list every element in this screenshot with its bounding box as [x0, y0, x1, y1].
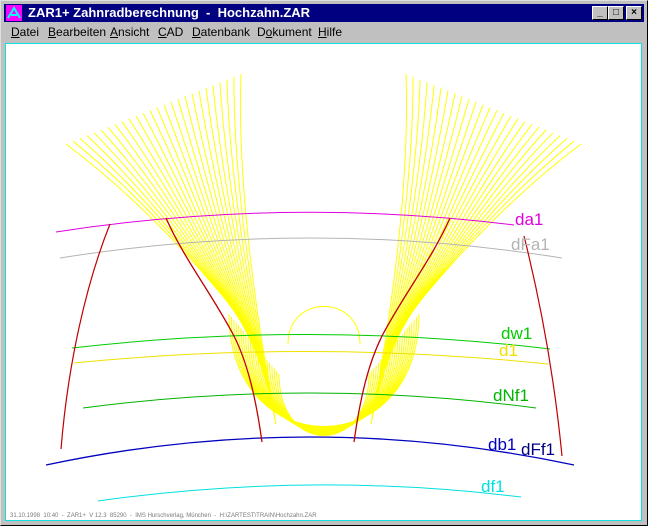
- generating-envelope: [65, 73, 582, 436]
- label-dFa1: dFa1: [511, 235, 550, 254]
- application-window: ZAR1+ Zahnradberechnung - Hochzahn.ZAR _…: [0, 0, 648, 526]
- label-dFf1: dFf1: [521, 440, 555, 459]
- menu-datei[interactable]: Datei: [11, 25, 39, 39]
- menu-dokument[interactable]: Dokument: [257, 25, 312, 39]
- label-df1: df1: [481, 477, 505, 496]
- maximize-button[interactable]: □: [608, 6, 624, 20]
- drawing-canvas[interactable]: da1 dFa1 dw1 d1 dNf1 db1 dFf1 df1 31.10.…: [5, 43, 642, 521]
- tooth-flank-outer-left: [60, 223, 111, 450]
- menu-datenbank[interactable]: Datenbank: [192, 25, 250, 39]
- app-icon: [6, 5, 22, 21]
- label-dNf1: dNf1: [493, 386, 529, 405]
- menu-bar: Datei Bearbeiten Ansicht CAD Datenbank D…: [4, 23, 644, 42]
- close-button[interactable]: ×: [626, 6, 642, 20]
- menu-cad[interactable]: CAD: [158, 25, 183, 39]
- gear-drawing: da1 dFa1 dw1 d1 dNf1 db1 dFf1 df1: [45, 73, 582, 502]
- menu-ansicht[interactable]: Ansicht: [110, 25, 149, 39]
- menu-bearbeiten[interactable]: Bearbeiten: [48, 25, 106, 39]
- circle-d1: [73, 351, 549, 365]
- circle-dw1: [71, 334, 551, 350]
- circle-dFa1: [59, 237, 563, 259]
- circle-dNf1: [82, 392, 537, 409]
- window-title: ZAR1+ Zahnradberechnung - Hochzahn.ZAR: [28, 5, 311, 20]
- menu-hilfe[interactable]: Hilfe: [318, 25, 342, 39]
- label-da1: da1: [515, 210, 543, 229]
- label-db1: db1: [488, 435, 516, 454]
- title-bar[interactable]: ZAR1+ Zahnradberechnung - Hochzahn.ZAR _…: [4, 4, 644, 22]
- circle-df1: [97, 484, 522, 502]
- tooth-flank-outer-right: [523, 235, 563, 457]
- footer-info: 31.10.1998 10:40 - ZAR1+ V 12.3 85290 - …: [10, 513, 317, 519]
- label-d1: d1: [499, 341, 518, 360]
- minimize-button[interactable]: _: [592, 6, 608, 20]
